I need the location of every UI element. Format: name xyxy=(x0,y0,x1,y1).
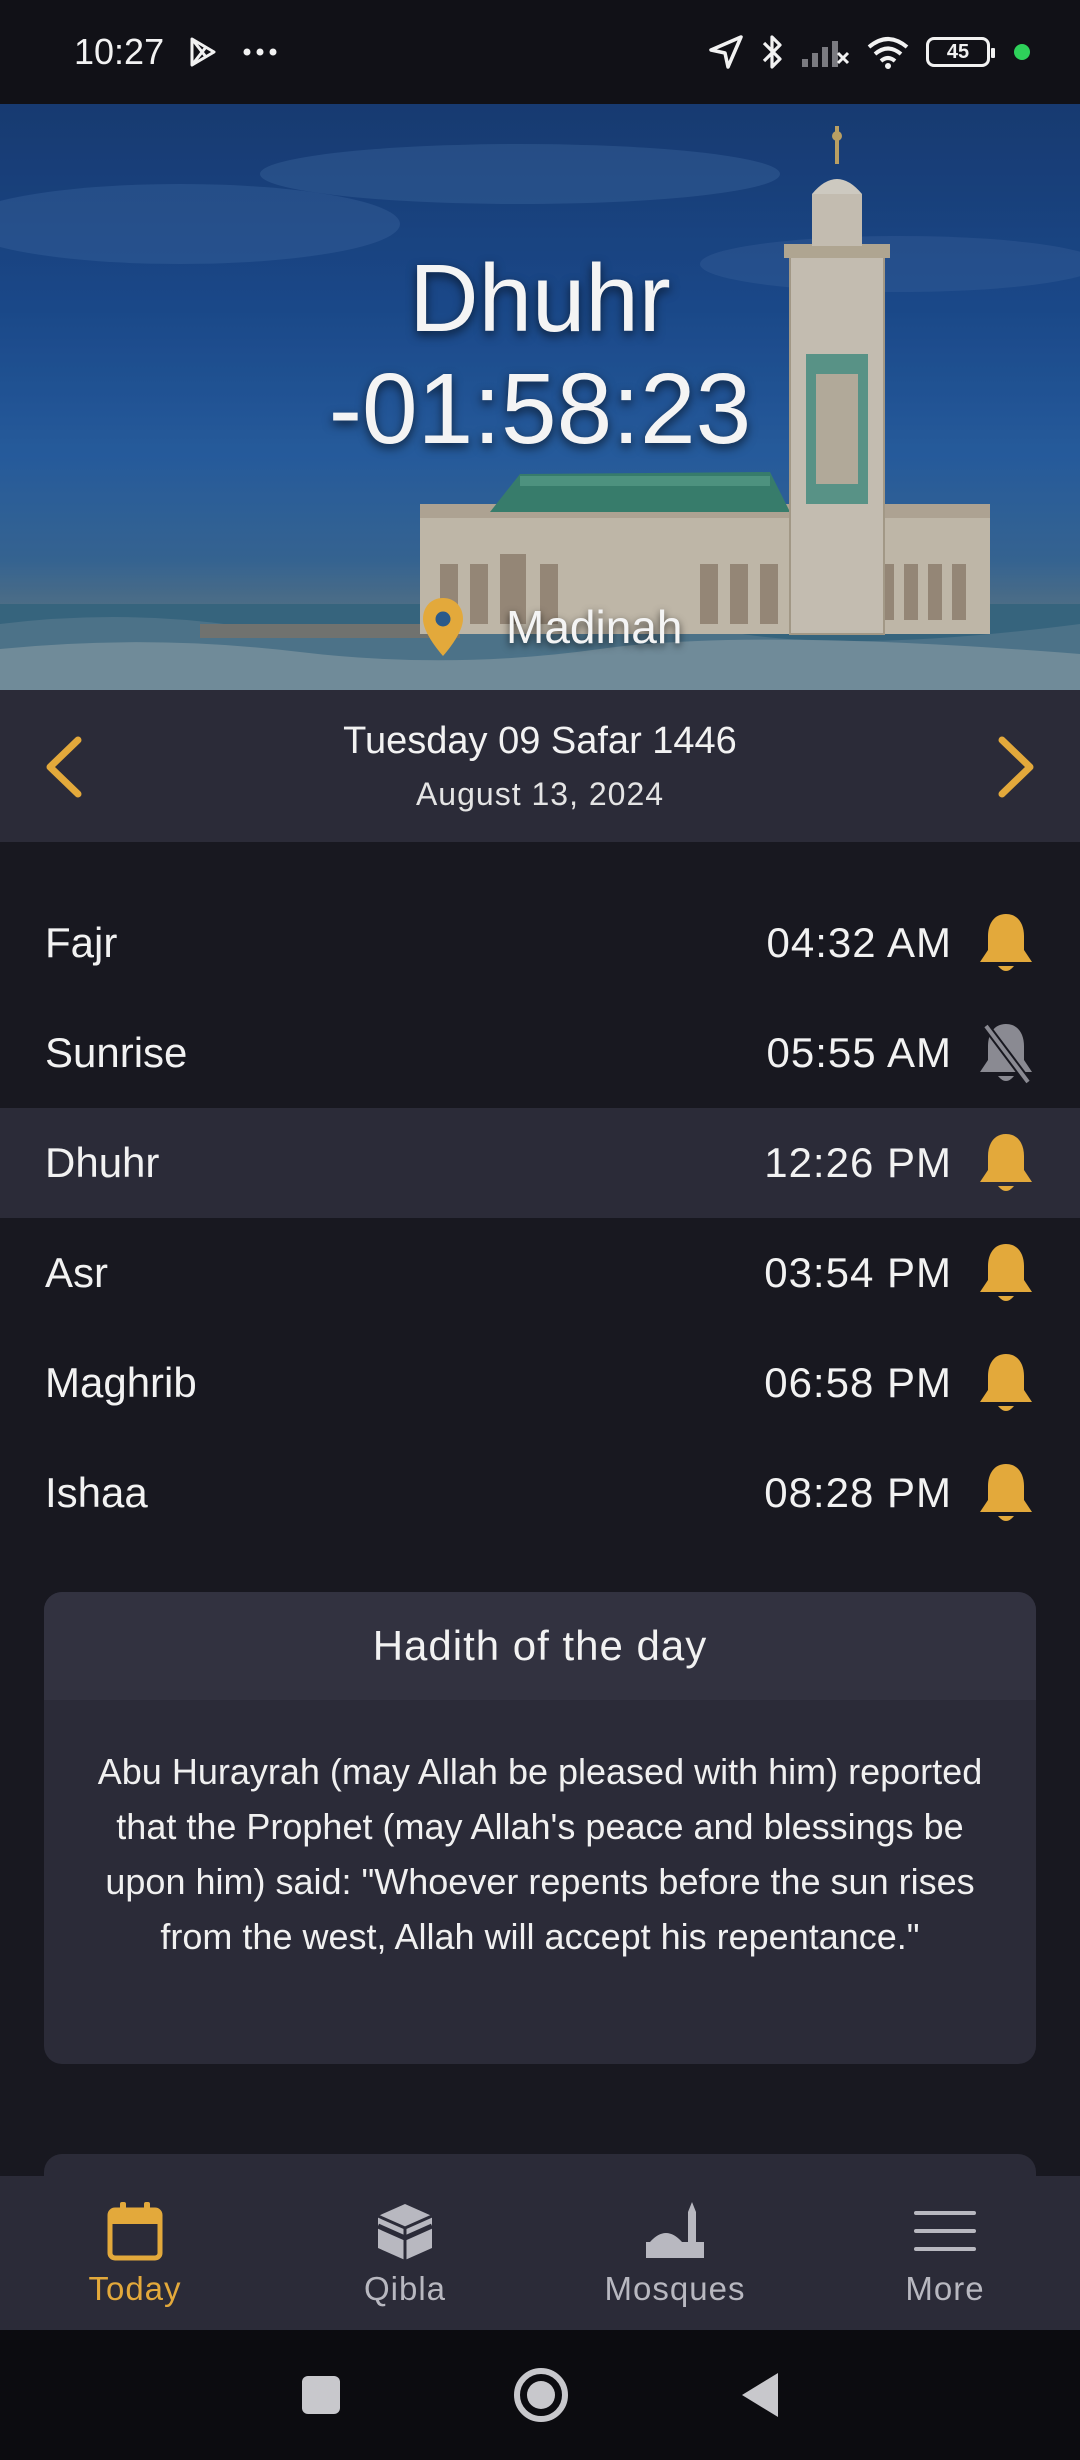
prayer-time: 06:58 PM xyxy=(764,1359,952,1406)
nav-mosques[interactable]: Mosques xyxy=(540,2176,810,2330)
prayer-name: Dhuhr xyxy=(45,1139,160,1186)
prayer-time: 04:32 AM xyxy=(766,919,952,966)
location-name: Madinah xyxy=(506,601,683,653)
prayer-name: Fajr xyxy=(45,919,118,966)
status-left-icons xyxy=(186,35,278,69)
prayer-row-dhuhr[interactable]: Dhuhr 12:26 PM xyxy=(0,1108,1080,1218)
prayer-name: Asr xyxy=(45,1249,108,1296)
wifi-icon xyxy=(867,37,909,69)
prayer-countdown: -01:58:23 xyxy=(328,353,752,465)
hijri-date: Tuesday 09 Safar 1446 xyxy=(343,720,737,762)
back-button[interactable] xyxy=(740,2371,780,2419)
bell-icon[interactable] xyxy=(974,1128,1038,1198)
prayer-row-sunrise[interactable]: Sunrise 05:55 AM xyxy=(0,998,1080,1108)
status-right-icons: 45 xyxy=(708,33,1030,71)
system-navigation-bar xyxy=(0,2330,1080,2460)
battery-icon: 45 xyxy=(926,37,995,67)
location-pin-icon xyxy=(423,598,463,656)
nav-label: More xyxy=(905,2270,985,2307)
hero-banner: Dhuhr -01:58:23 Madinah xyxy=(0,104,1080,690)
prayer-row-ishaa[interactable]: Ishaa 08:28 PM xyxy=(0,1438,1080,1548)
active-dot-icon xyxy=(1014,44,1030,60)
bell-icon[interactable] xyxy=(974,1348,1038,1418)
prayer-times-list: Fajr 04:32 AM Sunrise 05:55 AM Dhuhr 12:… xyxy=(0,888,1080,1548)
bluetooth-icon xyxy=(762,35,782,69)
bell-muted-icon[interactable] xyxy=(974,1018,1038,1088)
nav-label: Qibla xyxy=(363,2270,447,2307)
signal-icon xyxy=(802,41,850,67)
nav-today[interactable]: Today xyxy=(0,2176,270,2330)
mosque-icon xyxy=(646,2202,704,2258)
status-time: 10:27 xyxy=(74,31,165,72)
hadith-card: Hadith of the day Abu Hurayrah (may Alla… xyxy=(44,1592,1036,2064)
prayer-times-screen: 10:27 45 Dhuhr -01:58:23 Madinah Tuesday… xyxy=(0,0,1080,2460)
nav-label: Mosques xyxy=(604,2270,746,2307)
calendar-icon xyxy=(107,2202,163,2261)
prayer-time: 12:26 PM xyxy=(764,1139,952,1186)
prayer-name: Sunrise xyxy=(45,1029,188,1076)
gregorian-date: August 13, 2024 xyxy=(415,776,665,812)
home-button[interactable] xyxy=(512,2366,570,2424)
play-store-icon xyxy=(190,37,216,67)
kaaba-icon xyxy=(376,2204,434,2260)
more-dots-icon xyxy=(243,48,277,56)
hadith-text: Abu Hurayrah (may Allah be pleased with … xyxy=(97,1751,983,1957)
location-arrow-icon xyxy=(709,35,743,69)
menu-icon xyxy=(914,2211,976,2251)
nav-more[interactable]: More xyxy=(810,2176,1080,2330)
prayer-name: Maghrib xyxy=(45,1359,197,1406)
prayer-row-asr[interactable]: Asr 03:54 PM xyxy=(0,1218,1080,1328)
location-selector[interactable]: Madinah xyxy=(420,596,682,658)
next-day-button[interactable] xyxy=(992,736,1038,798)
prayer-row-maghrib[interactable]: Maghrib 06:58 PM xyxy=(0,1328,1080,1438)
bell-icon[interactable] xyxy=(974,908,1038,978)
prayer-time: 08:28 PM xyxy=(764,1469,952,1516)
prayer-time: 05:55 AM xyxy=(766,1029,952,1076)
bell-icon[interactable] xyxy=(974,1458,1038,1528)
nav-label: Today xyxy=(88,2270,182,2307)
recents-button[interactable] xyxy=(300,2374,342,2416)
hadith-title: Hadith of the day xyxy=(44,1592,1036,1700)
bottom-navigation: Today Qibla Mosques More xyxy=(0,2176,1080,2330)
next-prayer-name: Dhuhr xyxy=(409,245,671,352)
prayer-time: 03:54 PM xyxy=(764,1249,952,1296)
bell-icon[interactable] xyxy=(974,1238,1038,1308)
prayer-name: Ishaa xyxy=(45,1469,148,1516)
date-bar: Tuesday 09 Safar 1446 August 13, 2024 xyxy=(0,690,1080,842)
nav-qibla[interactable]: Qibla xyxy=(270,2176,540,2330)
prayer-row-fajr[interactable]: Fajr 04:32 AM xyxy=(0,888,1080,998)
battery-level: 45 xyxy=(946,40,970,63)
status-bar: 10:27 45 xyxy=(0,0,1080,104)
